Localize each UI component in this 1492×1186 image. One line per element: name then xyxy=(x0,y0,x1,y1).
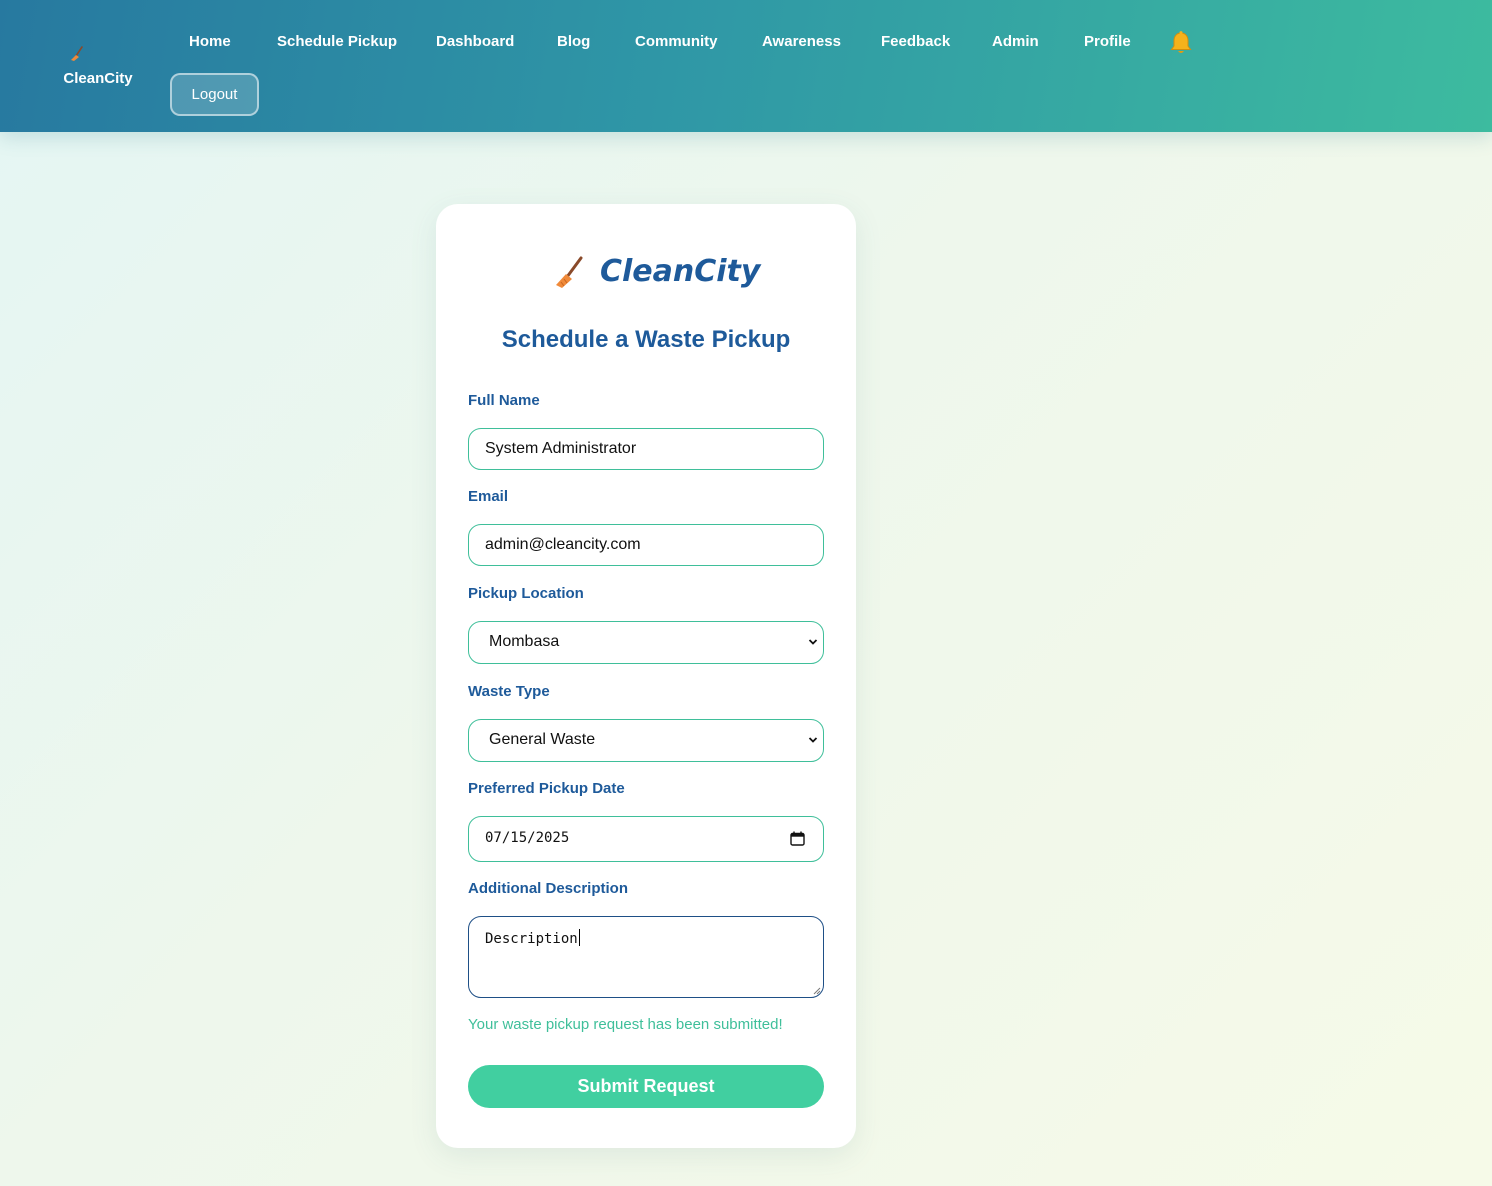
full-name-label: Full Name xyxy=(468,392,540,409)
email-value: admin@cleancity.com xyxy=(485,536,641,553)
pickup-location-value: Mombasa xyxy=(489,633,560,650)
resize-grip-icon[interactable] xyxy=(813,987,821,995)
chevron-down-icon xyxy=(808,639,818,645)
nav-schedule-pickup[interactable]: Schedule Pickup xyxy=(277,28,397,56)
calendar-icon[interactable] xyxy=(790,831,805,846)
top-navbar: CleanCity Home Schedule Pickup Dashboard… xyxy=(0,0,1492,132)
text-caret xyxy=(578,929,580,946)
full-name-input[interactable]: System Administrator xyxy=(468,428,824,470)
waste-type-select[interactable]: General Waste xyxy=(468,719,824,762)
success-message: Your waste pickup request has been submi… xyxy=(468,1016,783,1033)
chevron-down-icon xyxy=(808,737,818,743)
header-brand-name: CleanCity xyxy=(63,70,133,87)
email-input[interactable]: admin@cleancity.com xyxy=(468,524,824,566)
description-label: Additional Description xyxy=(468,880,629,897)
pickup-date-input[interactable]: 07/15/2025 xyxy=(468,816,824,862)
nav-dashboard[interactable]: Dashboard xyxy=(436,28,514,56)
nav-admin[interactable]: Admin xyxy=(992,28,1039,56)
submit-request-button[interactable]: Submit Request xyxy=(468,1065,824,1108)
nav-profile[interactable]: Profile xyxy=(1084,28,1131,56)
waste-type-label: Waste Type xyxy=(468,683,550,700)
bell-icon[interactable] xyxy=(1168,30,1194,56)
header-brand[interactable]: CleanCity xyxy=(60,44,136,92)
schedule-pickup-card: CleanCity Schedule a Waste Pickup Full N… xyxy=(436,204,856,1148)
broom-icon xyxy=(556,256,583,288)
pickup-location-select[interactable]: Mombasa xyxy=(468,621,824,664)
full-name-value: System Administrator xyxy=(485,440,637,457)
card-brand-name: CleanCity xyxy=(600,254,761,289)
description-value: Description xyxy=(485,931,578,947)
nav-awareness[interactable]: Awareness xyxy=(762,28,841,56)
description-textarea[interactable]: Description xyxy=(468,916,824,998)
nav-blog[interactable]: Blog xyxy=(557,28,590,56)
nav-feedback[interactable]: Feedback xyxy=(881,28,950,56)
email-label: Email xyxy=(468,488,509,505)
pickup-location-label: Pickup Location xyxy=(468,585,584,602)
pickup-date-label: Preferred Pickup Date xyxy=(468,780,625,797)
broom-icon xyxy=(71,46,83,61)
card-brand: CleanCity xyxy=(436,252,856,296)
nav-home[interactable]: Home xyxy=(189,28,231,56)
pickup-date-value: 07/15/2025 xyxy=(485,830,570,846)
waste-type-value: General Waste xyxy=(489,731,596,748)
logout-button[interactable]: Logout xyxy=(170,73,259,116)
form-title: Schedule a Waste Pickup xyxy=(501,326,791,353)
nav-community[interactable]: Community xyxy=(635,28,718,56)
